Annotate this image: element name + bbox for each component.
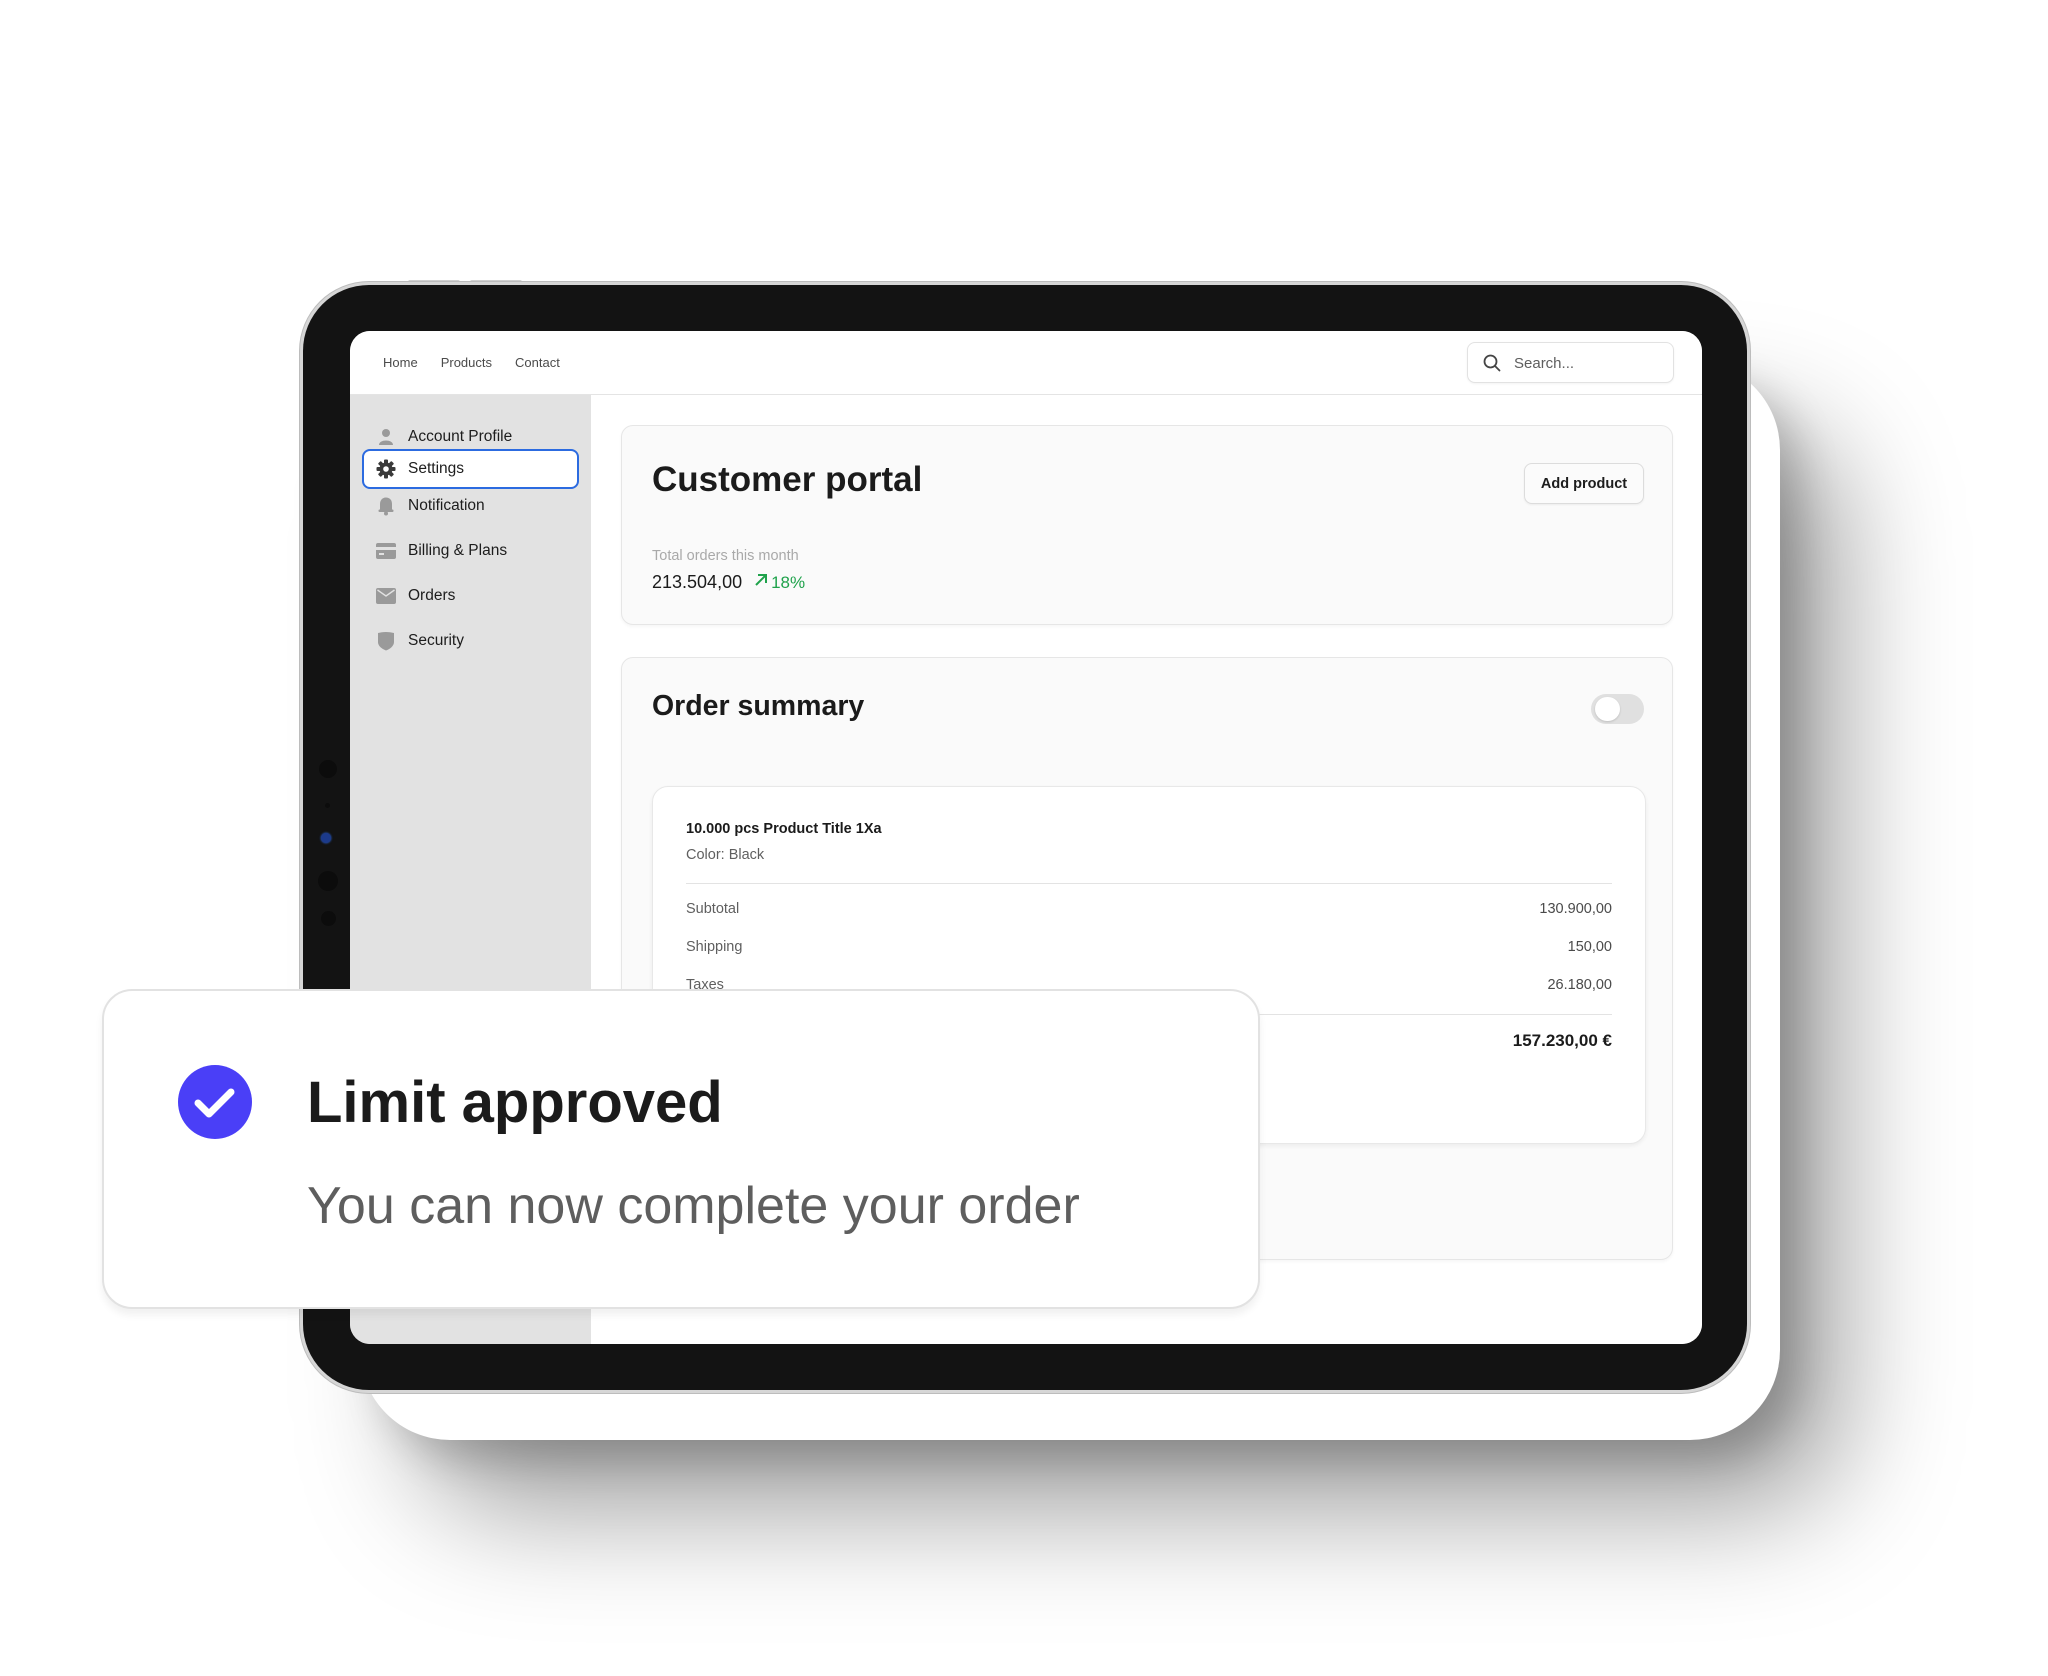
user-icon bbox=[376, 427, 396, 447]
product-title: 10.000 pcs Product Title 1Xa bbox=[686, 821, 882, 837]
product-color: Color: Black bbox=[686, 847, 765, 863]
sidebar-item-label: Security bbox=[408, 632, 464, 649]
customer-portal-card: Customer portal Add product Total orders… bbox=[621, 425, 1673, 625]
search-icon bbox=[1483, 354, 1501, 372]
credit-card-icon bbox=[376, 541, 396, 561]
sidebar-item-security[interactable]: Security bbox=[362, 621, 579, 661]
search-input[interactable] bbox=[1512, 352, 1666, 374]
camera-sensor bbox=[325, 803, 330, 808]
total-value: 157.230,00 € bbox=[1512, 1031, 1612, 1050]
subtotal-value: 130.900,00 bbox=[1539, 901, 1612, 917]
sidebar-item-billing-plans[interactable]: Billing & Plans bbox=[362, 531, 579, 571]
subtotal-label: Subtotal bbox=[686, 901, 740, 917]
trend-badge: 18% bbox=[754, 573, 805, 593]
envelope-icon bbox=[376, 586, 396, 606]
toggle-knob bbox=[1595, 697, 1620, 721]
order-summary-toggle[interactable] bbox=[1591, 694, 1644, 724]
add-product-button[interactable]: Add product bbox=[1524, 463, 1644, 504]
divider bbox=[686, 883, 1612, 884]
top-navigation: Home Products Contact bbox=[350, 331, 1702, 395]
camera-lens bbox=[321, 833, 331, 843]
toast-message: You can now complete your order bbox=[307, 1177, 1080, 1235]
sidebar-item-orders[interactable]: Orders bbox=[362, 576, 579, 616]
stat-value: 213.504,00 bbox=[652, 572, 743, 592]
shipping-value: 150,00 bbox=[1567, 939, 1612, 955]
nav-link-home[interactable]: Home bbox=[383, 355, 418, 370]
trend-value: 18% bbox=[771, 573, 806, 592]
nav-link-contact[interactable]: Contact bbox=[515, 355, 560, 370]
sidebar-item-label: Account Profile bbox=[408, 428, 513, 445]
camera-sensor bbox=[318, 871, 338, 891]
toast-title: Limit approved bbox=[307, 1070, 723, 1135]
sidebar-item-label: Notification bbox=[408, 497, 485, 514]
stat-label: Total orders this month bbox=[652, 548, 799, 564]
shield-icon bbox=[376, 631, 396, 651]
sidebar-item-label: Settings bbox=[408, 460, 465, 477]
taxes-value: 26.180,00 bbox=[1547, 977, 1612, 993]
limit-approved-toast: Limit approved You can now complete your… bbox=[102, 989, 1260, 1309]
volume-button bbox=[408, 280, 460, 284]
sidebar-item-settings[interactable]: Settings bbox=[362, 449, 579, 489]
check-circle-icon bbox=[178, 1065, 252, 1139]
order-summary-title: Order summary bbox=[652, 690, 865, 722]
search-box[interactable] bbox=[1467, 342, 1674, 383]
sidebar-item-notification[interactable]: Notification bbox=[362, 486, 579, 526]
shipping-label: Shipping bbox=[686, 939, 743, 955]
page-title: Customer portal bbox=[652, 460, 923, 499]
arrow-up-right-icon bbox=[755, 574, 768, 586]
volume-button bbox=[470, 280, 522, 284]
camera-sensor bbox=[321, 911, 336, 926]
sidebar-item-label: Billing & Plans bbox=[408, 542, 508, 559]
nav-link-products[interactable]: Products bbox=[441, 355, 492, 370]
sidebar-item-label: Orders bbox=[408, 587, 456, 604]
camera-sensor bbox=[319, 760, 337, 778]
gear-icon bbox=[376, 459, 396, 479]
bell-icon bbox=[376, 496, 396, 516]
